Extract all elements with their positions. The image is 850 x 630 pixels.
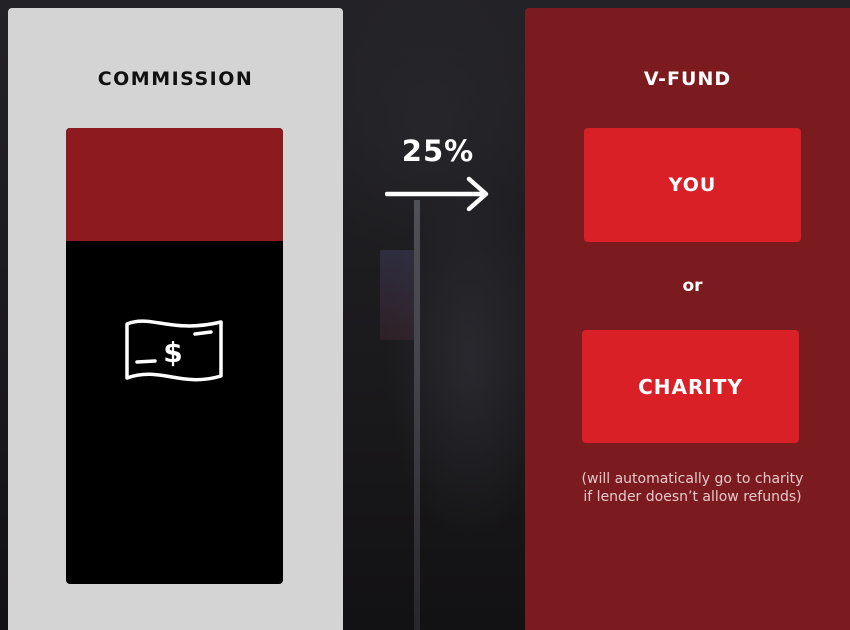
commission-bar: $ [66,128,283,584]
flag [380,250,414,340]
flag-pole [414,200,420,630]
vfund-title: V-FUND [643,68,732,90]
arrow-right-icon [385,176,489,212]
you-button[interactable]: YOU [584,128,801,242]
or-label: or [682,276,703,296]
charity-note: (will automatically go to charity if len… [581,471,804,505]
svg-text:$: $ [163,336,182,369]
commission-title: COMMISSION [97,68,254,90]
vfund-panel: V-FUND YOU or CHARITY (will automaticall… [525,8,850,630]
money-bill-icon: $ [125,319,223,382]
commission-bar-share [66,128,283,241]
commission-panel: COMMISSION $ [8,8,343,630]
percent-label: 25% [401,134,475,168]
charity-button[interactable]: CHARITY [582,330,799,443]
